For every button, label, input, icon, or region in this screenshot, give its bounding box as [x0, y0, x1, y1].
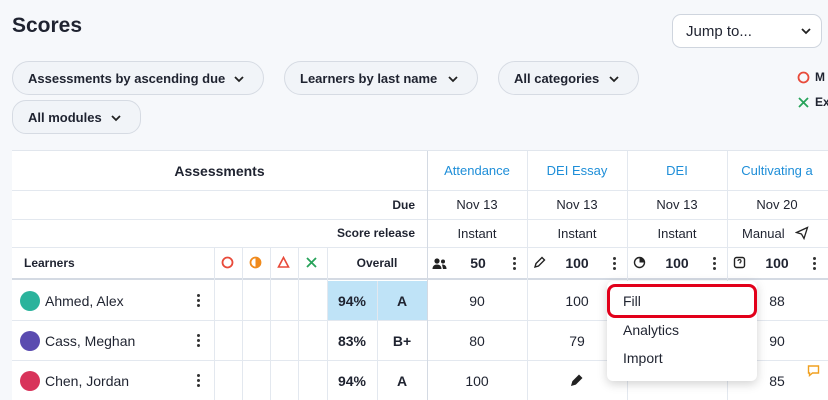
sort-assessments-label: Assessments by ascending due [28, 70, 226, 86]
pie-chart-icon [633, 256, 646, 269]
modules-filter[interactable]: All modules [12, 100, 141, 134]
column-attendance-menu-icon[interactable] [513, 257, 517, 272]
chevron-down-icon [609, 76, 619, 83]
column-attendance-due: Nov 13 [456, 197, 498, 212]
menu-item-analytics[interactable]: Analytics [623, 322, 679, 338]
score-cell[interactable]: 100 [427, 361, 527, 400]
late-half-circle-icon[interactable] [249, 256, 262, 269]
attendance-people-icon [432, 258, 447, 269]
legend-missing: M [797, 70, 825, 84]
column-cultivating-points: 100 [765, 254, 789, 271]
circle-icon [797, 71, 810, 83]
chevron-down-icon [801, 28, 811, 35]
column-dei-title[interactable]: DEI [627, 151, 727, 190]
column-dei-essay-release: Instant [557, 225, 597, 241]
column-dei-essay-points: 100 [565, 254, 589, 271]
overall-percent: 94% [337, 372, 367, 389]
learner-name[interactable]: Chen, Jordan [45, 361, 195, 400]
excused-x-icon[interactable] [305, 256, 318, 269]
chevron-down-icon [111, 115, 121, 122]
legend-excused-label: Ex [815, 95, 828, 109]
learner-menu-icon[interactable] [197, 294, 201, 309]
missing-circle-icon[interactable] [221, 256, 234, 269]
learners-label: Learners [24, 255, 75, 270]
jump-to-label: Jump to... [686, 22, 752, 40]
column-attendance-points: 50 [470, 254, 486, 271]
warning-triangle-icon[interactable] [277, 256, 290, 269]
column-dei-essay-title[interactable]: DEI Essay [527, 151, 627, 190]
column-cultivating-menu-icon[interactable] [813, 257, 817, 272]
categories-filter[interactable]: All categories [498, 61, 639, 95]
column-dei-release: Instant [657, 225, 697, 241]
page-title: Scores [12, 14, 83, 37]
modules-label: All modules [28, 109, 102, 125]
column-dei-essay-due: Nov 13 [556, 197, 598, 212]
score-cell[interactable]: 80 [427, 321, 527, 360]
pencil-icon[interactable] [570, 374, 583, 387]
column-attendance-release: Instant [457, 225, 497, 241]
overall-grade: B+ [392, 332, 412, 349]
column-cultivating-due: Nov 20 [756, 197, 798, 212]
overall-percent: 83% [337, 332, 367, 349]
menu-item-import[interactable]: Import [623, 350, 663, 366]
categories-label: All categories [514, 70, 600, 86]
column-cultivating-release: Manual [742, 225, 785, 241]
pencil-icon [533, 256, 546, 269]
overall-grade: A [396, 292, 408, 309]
column-dei-menu-icon[interactable] [713, 257, 717, 272]
column-attendance-title[interactable]: Attendance [427, 151, 527, 190]
avatar [20, 291, 40, 311]
score-release-label: Score release [336, 226, 415, 240]
legend-excused: Ex [797, 95, 828, 109]
chevron-down-icon [234, 76, 244, 83]
overall-percent: 94% [337, 292, 367, 309]
score-cell[interactable]: 90 [427, 281, 527, 320]
avatar [20, 331, 40, 351]
overall-label: Overall [356, 255, 398, 270]
avatar [20, 371, 40, 391]
chevron-down-icon [448, 76, 458, 83]
overall-grade: A [396, 372, 408, 389]
learner-name[interactable]: Ahmed, Alex [45, 281, 195, 320]
sort-learners-label: Learners by last name [300, 70, 438, 86]
learner-menu-icon[interactable] [197, 374, 201, 389]
menu-item-fill[interactable]: Fill [623, 293, 641, 309]
sort-learners-filter[interactable]: Learners by last name [284, 61, 478, 95]
sort-assessments-filter[interactable]: Assessments by ascending due [12, 61, 264, 95]
column-dei-due: Nov 13 [656, 197, 698, 212]
column-dei-points: 100 [665, 254, 689, 271]
column-context-menu: Fill Analytics Import [607, 281, 757, 381]
column-cultivating-title[interactable]: Cultivating a [727, 151, 827, 190]
x-icon [798, 96, 809, 108]
learner-menu-icon[interactable] [197, 334, 201, 349]
jump-to-select[interactable]: Jump to... [672, 14, 822, 48]
legend-missing-label: M [815, 70, 825, 84]
due-label: Due [392, 197, 415, 212]
assessments-header: Assessments [174, 162, 265, 179]
send-icon[interactable] [795, 226, 809, 240]
quiz-icon [733, 256, 746, 269]
comment-icon[interactable] [807, 364, 820, 377]
learner-name[interactable]: Cass, Meghan [45, 321, 195, 360]
column-dei-essay-menu-icon[interactable] [613, 257, 617, 272]
